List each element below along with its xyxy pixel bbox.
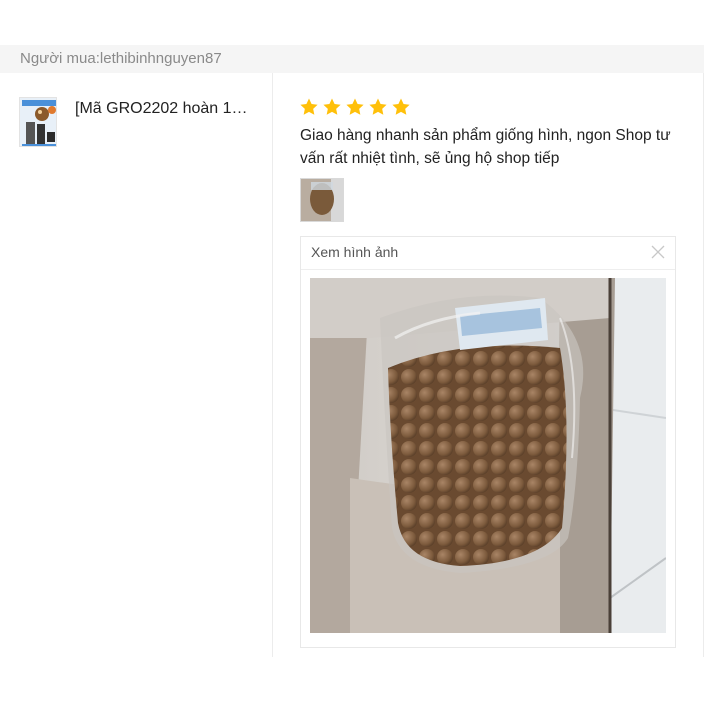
star-icon	[369, 98, 387, 115]
image-viewer: Xem hình ảnh	[300, 236, 676, 648]
review-comment: Giao hàng nhanh sản phẩm giống hình, ngo…	[300, 127, 671, 167]
star-icon	[392, 98, 410, 115]
product-column: [Mã GRO2202 hoàn 1…	[0, 73, 272, 657]
review-photo-thumb-image	[301, 179, 343, 221]
star-icon	[346, 98, 364, 115]
product-name[interactable]: [Mã GRO2202 hoàn 1…	[75, 100, 255, 118]
rating-stars	[299, 97, 411, 121]
review-photo-thumbnail[interactable]	[300, 178, 344, 222]
review-photo[interactable]	[310, 278, 666, 633]
close-icon[interactable]	[651, 245, 665, 259]
buyer-bar: Người mua:lethibinhnguyen87	[0, 45, 704, 73]
buyer-label: Người mua:lethibinhnguyen87	[20, 50, 222, 67]
star-icon	[323, 98, 341, 115]
star-icon	[300, 98, 318, 115]
review-column: Giao hàng nhanh sản phẩm giống hình, ngo…	[273, 73, 703, 657]
image-viewer-title: Xem hình ảnh	[311, 244, 399, 260]
review-photo-image	[310, 278, 666, 633]
product-thumbnail[interactable]	[19, 97, 57, 147]
product-thumbnail-image	[20, 98, 56, 146]
image-viewer-header: Xem hình ảnh	[301, 237, 675, 270]
